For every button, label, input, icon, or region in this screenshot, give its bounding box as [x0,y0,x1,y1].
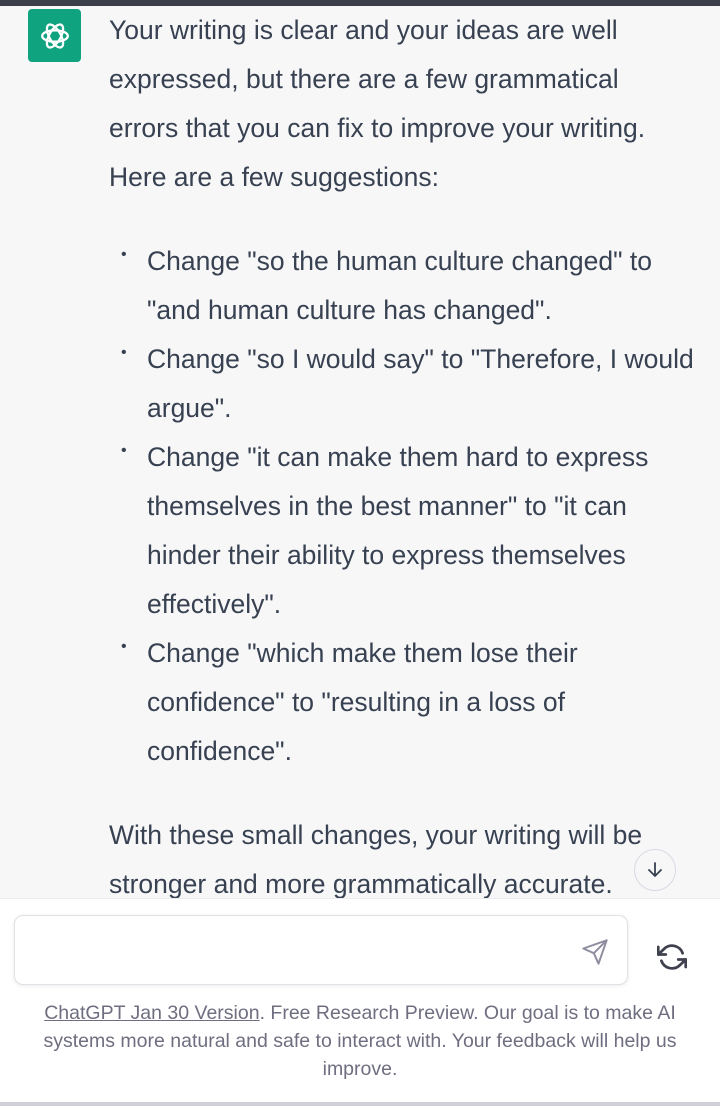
bullet-icon: • [121,638,127,655]
regenerate-button[interactable] [650,935,694,979]
message-input[interactable] [31,926,575,976]
version-link[interactable]: ChatGPT Jan 30 Version [44,1002,259,1024]
message-body: Your writing is clear and your ideas are… [109,6,694,898]
bullet-icon: • [121,246,127,263]
list-item: • Change "so the human culture changed" … [109,237,694,335]
footer-disclaimer: ChatGPT Jan 30 Version. Free Research Pr… [20,999,700,1083]
suggestion-text: Change "it can make them hard to express… [147,442,649,619]
message-input-box [14,915,628,985]
assistant-avatar [28,9,81,62]
send-button[interactable] [577,934,613,970]
scroll-to-bottom-button[interactable] [634,849,676,891]
suggestion-list: • Change "so the human culture changed" … [109,237,694,776]
suggestion-text: Change "so I would say" to "Therefore, I… [147,344,694,423]
message-conclusion: With these small changes, your writing w… [109,820,643,898]
bullet-icon: • [121,442,127,459]
list-item: • Change "it can make them hard to expre… [109,433,694,629]
openai-logo-icon [40,22,69,49]
bottom-edge [0,1102,720,1106]
suggestion-text: Change "so the human culture changed" to… [147,246,652,325]
suggestion-text: Change "which make them lose their confi… [147,638,578,766]
list-item: • Change "which make them lose their con… [109,629,694,776]
assistant-message: Your writing is clear and your ideas are… [0,6,720,898]
send-icon [582,939,608,965]
message-intro: Your writing is clear and your ideas are… [109,15,646,192]
list-item: • Change "so I would say" to "Therefore,… [109,335,694,433]
composer-panel: ChatGPT Jan 30 Version. Free Research Pr… [0,898,720,1106]
refresh-icon [657,944,687,970]
arrow-down-icon [648,862,662,877]
bullet-icon: • [121,344,127,361]
